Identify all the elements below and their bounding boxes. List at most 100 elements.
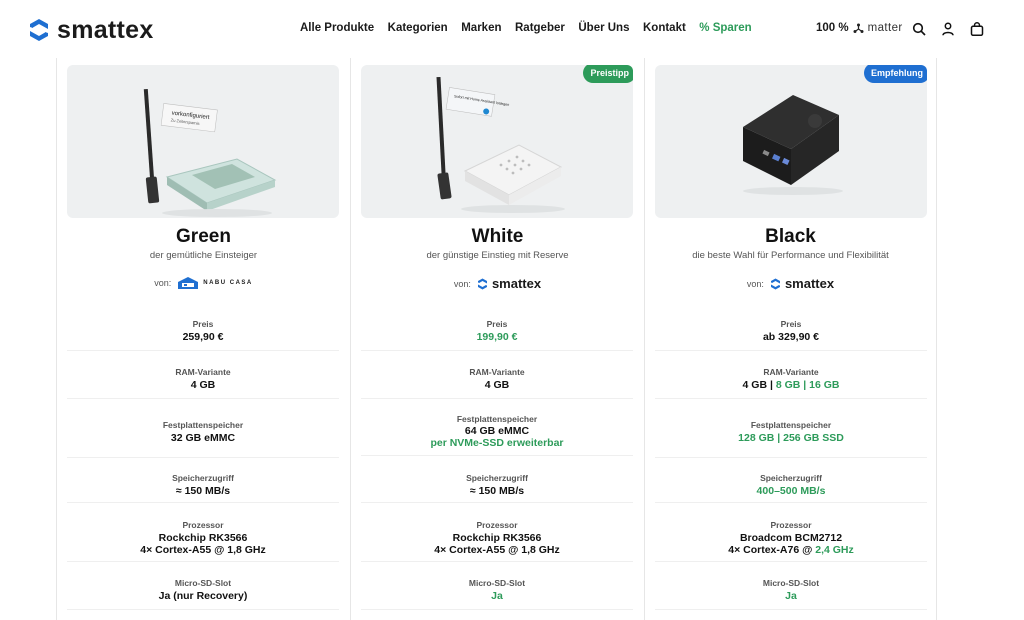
nav-guide[interactable]: Ratgeber: [515, 22, 565, 34]
cart-icon[interactable]: [970, 22, 984, 36]
nabu-casa-wordmark: NABU CASA: [203, 279, 253, 286]
badge-price-tip: Preistipp: [583, 65, 633, 83]
nav-categories[interactable]: Kategorien: [388, 22, 448, 34]
spec-ram: RAM-Variante 4 GB: [361, 367, 633, 399]
spec-value: Rockchip RK3566: [452, 532, 542, 544]
product-subtitle: der günstige Einstieg mit Reserve: [426, 250, 569, 261]
product-image-white[interactable]: Sofort mit Home Assistant loslegen Preis…: [361, 65, 633, 218]
smattex-brand-logo: smattex: [477, 276, 541, 291]
spec-ram: RAM-Variante 4 GB: [67, 367, 339, 399]
spec-label: Prozessor: [770, 520, 812, 530]
spec-price: Preis 199,90 €: [361, 319, 633, 351]
spec-value: Ja: [491, 590, 503, 602]
product-subtitle: die beste Wahl für Performance und Flexi…: [692, 250, 889, 261]
nabu-casa-icon: [178, 277, 199, 289]
spec-value-note: per NVMe-SSD erweiterbar: [430, 437, 564, 449]
brand-name: smattex: [57, 15, 154, 44]
spec-label: Preis: [780, 319, 802, 329]
smattex-wordmark: smattex: [491, 276, 542, 291]
spec-label: Festplattenspeicher: [162, 420, 244, 430]
spec-label: Speicherzugriff: [172, 473, 234, 483]
smattex-brand-logo: smattex: [770, 276, 834, 291]
product-card-black[interactable]: Empfehlung Black die beste Wahl für Perf…: [644, 58, 937, 620]
spec-value-clock: 2,4 GHz: [815, 544, 854, 556]
spec-cpu: Prozessor Broadcom BCM2712 4× Cortex-A76…: [655, 520, 927, 562]
spec-cpu: Prozessor Rockchip RK3566 4× Cortex-A55 …: [361, 520, 633, 562]
product-card-white[interactable]: Sofort mit Home Assistant loslegen Preis…: [350, 58, 644, 620]
nav-about[interactable]: Über Uns: [578, 22, 629, 34]
spec-sd-slot: Micro-SD-Slot Ja: [361, 578, 633, 610]
spec-storage: Festplattenspeicher 64 GB eMMC per NVMe-…: [361, 414, 633, 456]
spec-label: RAM-Variante: [763, 367, 819, 377]
spec-value-options: 8 GB | 16 GB: [775, 379, 840, 391]
spec-value: 199,90 €: [476, 331, 518, 343]
spec-value-secondary: 4× Cortex-A55 @ 1,8 GHz: [140, 544, 266, 556]
spec-ram: RAM-Variante 4 GB | 8 GB | 16 GB: [655, 367, 927, 399]
spec-cpu: Prozessor Rockchip RK3566 4× Cortex-A55 …: [67, 520, 339, 562]
nav-brands[interactable]: Marken: [461, 22, 501, 34]
nav-all-products[interactable]: Alle Produkte: [300, 22, 374, 34]
spec-price: Preis 259,90 €: [67, 319, 339, 351]
spec-label: Festplattenspeicher: [456, 414, 538, 424]
matter-badge[interactable]: 100 % matter: [816, 22, 903, 34]
spec-value: ≈ 150 MB/s: [175, 485, 231, 497]
brand-logo[interactable]: smattex: [28, 15, 154, 44]
spec-label: Micro-SD-Slot: [468, 578, 526, 588]
spec-label: Preis: [192, 319, 214, 329]
spec-label: Preis: [486, 319, 508, 329]
manufacturer-prefix: von:: [154, 278, 172, 288]
spec-label: Micro-SD-Slot: [174, 578, 232, 588]
badge-recommendation: Empfehlung: [864, 65, 927, 83]
spec-value-secondary: 4× Cortex-A76 @ 2,4 GHz: [655, 544, 927, 556]
spec-value: 259,90 €: [182, 331, 224, 343]
white-device-illustration: Sofort mit Home Assistant loslegen: [436, 76, 565, 213]
spec-speed: Speicherzugriff ≈ 150 MB/s: [67, 473, 339, 503]
manufacturer-prefix: von:: [453, 278, 471, 289]
product-image-black[interactable]: Empfehlung: [655, 65, 927, 218]
spec-storage: Festplattenspeicher 128 GB | 256 GB SSD: [655, 420, 927, 458]
search-icon[interactable]: [912, 22, 926, 36]
spec-sd-slot: Micro-SD-Slot Ja: [655, 578, 927, 610]
spec-label: Micro-SD-Slot: [762, 578, 820, 588]
product-image-green[interactable]: vorkonfiguriert Zu Zeitersparnis: [67, 65, 339, 218]
smattex-wordmark: smattex: [784, 276, 835, 291]
spec-value: ≈ 150 MB/s: [469, 485, 525, 497]
product-subtitle: der gemütliche Einsteiger: [149, 250, 258, 261]
matter-label: matter: [867, 22, 903, 34]
spec-speed: Speicherzugriff ≈ 150 MB/s: [361, 473, 633, 503]
spec-label: Prozessor: [476, 520, 518, 530]
account-icon[interactable]: [941, 22, 955, 36]
manufacturer-row: von: smattex: [351, 276, 644, 291]
nabu-casa-logo: NABU CASA: [177, 276, 253, 290]
product-comparison: vorkonfiguriert Zu Zeitersparnis Green d…: [56, 58, 964, 620]
spec-speed: Speicherzugriff 400–500 MB/s: [655, 473, 927, 503]
nav-contact[interactable]: Kontakt: [643, 22, 686, 34]
smattex-logo-icon: [770, 278, 780, 289]
black-device-illustration: [743, 95, 843, 195]
spec-value: 4 GB: [190, 379, 216, 391]
spec-value: 32 GB eMMC: [170, 432, 236, 444]
spec-label: Speicherzugriff: [760, 473, 822, 483]
spec-value-base: 4 GB |: [742, 379, 773, 391]
spec-value: Ja: [785, 590, 797, 602]
manufacturer-row: von: NABU CASA: [57, 276, 350, 290]
manufacturer-row: von: smattex: [645, 276, 936, 291]
spec-value: 64 GB eMMC: [464, 425, 530, 437]
spec-value-cores: 4× Cortex-A76 @: [728, 544, 813, 556]
spec-sd-slot: Micro-SD-Slot Ja (nur Recovery): [67, 578, 339, 610]
spec-label: RAM-Variante: [469, 367, 525, 377]
green-device-illustration: vorkonfiguriert Zu Zeitersparnis: [143, 88, 277, 217]
smattex-logo-icon: [30, 19, 48, 41]
product-title: Black: [765, 226, 816, 247]
spec-label: Festplattenspeicher: [750, 420, 832, 430]
matter-percent: 100 %: [816, 22, 849, 34]
header-actions: [912, 22, 984, 36]
product-card-green[interactable]: vorkonfiguriert Zu Zeitersparnis Green d…: [56, 58, 350, 620]
spec-value-secondary: 4× Cortex-A55 @ 1,8 GHz: [434, 544, 560, 556]
nav-sale[interactable]: % Sparen: [699, 22, 751, 34]
manufacturer-prefix: von:: [746, 278, 764, 289]
spec-value: 4 GB: [484, 379, 510, 391]
smattex-logo-icon: [477, 278, 487, 289]
spec-label: Speicherzugriff: [466, 473, 528, 483]
spec-label: RAM-Variante: [175, 367, 231, 377]
